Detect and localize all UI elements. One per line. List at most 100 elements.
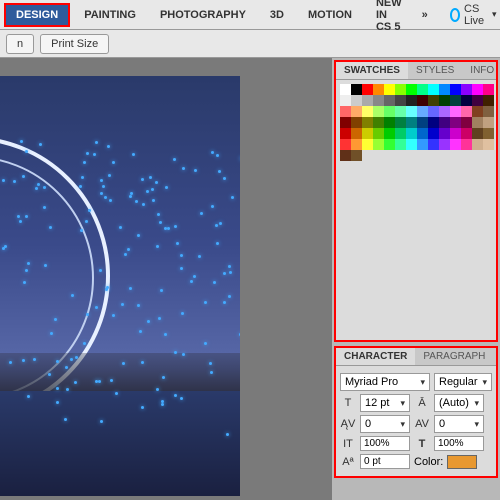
vscale-input[interactable] (360, 436, 410, 451)
swatch[interactable] (461, 84, 472, 95)
swatch[interactable] (450, 128, 461, 139)
swatch[interactable] (340, 84, 351, 95)
swatch[interactable] (483, 95, 494, 106)
tracking-input[interactable]: 0▾ (434, 415, 484, 433)
kerning-input[interactable]: 0▾ (360, 415, 410, 433)
swatch[interactable] (362, 117, 373, 128)
toolbar-button-a[interactable]: n (6, 34, 34, 54)
swatch[interactable] (384, 95, 395, 106)
swatch[interactable] (483, 117, 494, 128)
swatch[interactable] (362, 128, 373, 139)
workspace-tab-photography[interactable]: PHOTOGRAPHY (150, 5, 256, 25)
swatch[interactable] (483, 84, 494, 95)
swatch[interactable] (439, 106, 450, 117)
swatch[interactable] (461, 117, 472, 128)
swatch[interactable] (417, 84, 428, 95)
swatch[interactable] (417, 95, 428, 106)
font-style-select[interactable]: Regular▾ (434, 373, 492, 391)
tab-info[interactable]: INFO (462, 62, 500, 79)
swatch[interactable] (340, 128, 351, 139)
swatch[interactable] (373, 139, 384, 150)
workspace-tab-motion[interactable]: MOTION (298, 5, 362, 25)
swatch[interactable] (450, 95, 461, 106)
swatch[interactable] (461, 95, 472, 106)
swatch[interactable] (362, 95, 373, 106)
workspace-tab-3d[interactable]: 3D (260, 5, 294, 25)
swatch[interactable] (483, 128, 494, 139)
swatch[interactable] (406, 128, 417, 139)
swatch[interactable] (406, 84, 417, 95)
tab-styles[interactable]: STYLES (408, 62, 462, 79)
swatch[interactable] (362, 84, 373, 95)
text-color-swatch[interactable] (447, 455, 477, 469)
swatch[interactable] (351, 139, 362, 150)
swatch[interactable] (395, 95, 406, 106)
swatch[interactable] (395, 84, 406, 95)
swatch[interactable] (428, 84, 439, 95)
print-size-button[interactable]: Print Size (40, 34, 109, 54)
swatch[interactable] (417, 128, 428, 139)
swatch[interactable] (384, 106, 395, 117)
swatch[interactable] (461, 106, 472, 117)
swatch[interactable] (439, 128, 450, 139)
swatch[interactable] (406, 139, 417, 150)
swatch[interactable] (428, 139, 439, 150)
swatch[interactable] (483, 139, 494, 150)
swatch[interactable] (351, 150, 362, 161)
swatch[interactable] (439, 117, 450, 128)
swatch[interactable] (450, 106, 461, 117)
swatch[interactable] (384, 84, 395, 95)
tab-character[interactable]: CHARACTER (336, 348, 415, 365)
swatch[interactable] (395, 106, 406, 117)
swatch[interactable] (395, 117, 406, 128)
swatch[interactable] (450, 139, 461, 150)
swatch[interactable] (472, 95, 483, 106)
font-family-select[interactable]: Myriad Pro▾ (340, 373, 430, 391)
cslive-menu[interactable]: CS Live ▾ (450, 3, 497, 27)
swatch[interactable] (351, 128, 362, 139)
swatch[interactable] (472, 128, 483, 139)
swatch[interactable] (340, 139, 351, 150)
swatch[interactable] (340, 117, 351, 128)
more-workspaces-icon[interactable]: » (416, 9, 434, 21)
swatch[interactable] (395, 128, 406, 139)
swatch[interactable] (428, 128, 439, 139)
swatch[interactable] (450, 84, 461, 95)
swatch[interactable] (472, 106, 483, 117)
tab-paragraph[interactable]: PARAGRAPH (415, 348, 493, 365)
swatch[interactable] (351, 84, 362, 95)
swatch[interactable] (351, 117, 362, 128)
swatch[interactable] (406, 95, 417, 106)
swatch[interactable] (340, 95, 351, 106)
swatch[interactable] (362, 139, 373, 150)
swatch[interactable] (417, 139, 428, 150)
baseline-input[interactable] (360, 454, 410, 469)
swatch[interactable] (406, 106, 417, 117)
swatch[interactable] (373, 128, 384, 139)
swatch[interactable] (417, 117, 428, 128)
swatch[interactable] (340, 106, 351, 117)
swatch[interactable] (384, 117, 395, 128)
swatch[interactable] (428, 106, 439, 117)
workspace-tab-new[interactable]: NEW IN CS 5 (366, 0, 412, 37)
document-canvas[interactable] (0, 76, 240, 496)
swatch[interactable] (384, 128, 395, 139)
workspace-tab-painting[interactable]: PAINTING (74, 5, 146, 25)
swatch[interactable] (362, 106, 373, 117)
swatch[interactable] (351, 106, 362, 117)
swatch[interactable] (417, 106, 428, 117)
swatch[interactable] (472, 84, 483, 95)
swatch[interactable] (351, 95, 362, 106)
swatch[interactable] (472, 117, 483, 128)
swatch[interactable] (395, 139, 406, 150)
swatch[interactable] (450, 117, 461, 128)
font-size-input[interactable]: 12 pt▾ (360, 394, 410, 412)
swatch[interactable] (439, 84, 450, 95)
workspace-tab-design[interactable]: DESIGN (4, 3, 70, 27)
leading-input[interactable]: (Auto)▾ (434, 394, 484, 412)
swatch[interactable] (472, 139, 483, 150)
swatch[interactable] (406, 117, 417, 128)
swatch[interactable] (384, 139, 395, 150)
swatch[interactable] (373, 117, 384, 128)
swatch[interactable] (439, 95, 450, 106)
